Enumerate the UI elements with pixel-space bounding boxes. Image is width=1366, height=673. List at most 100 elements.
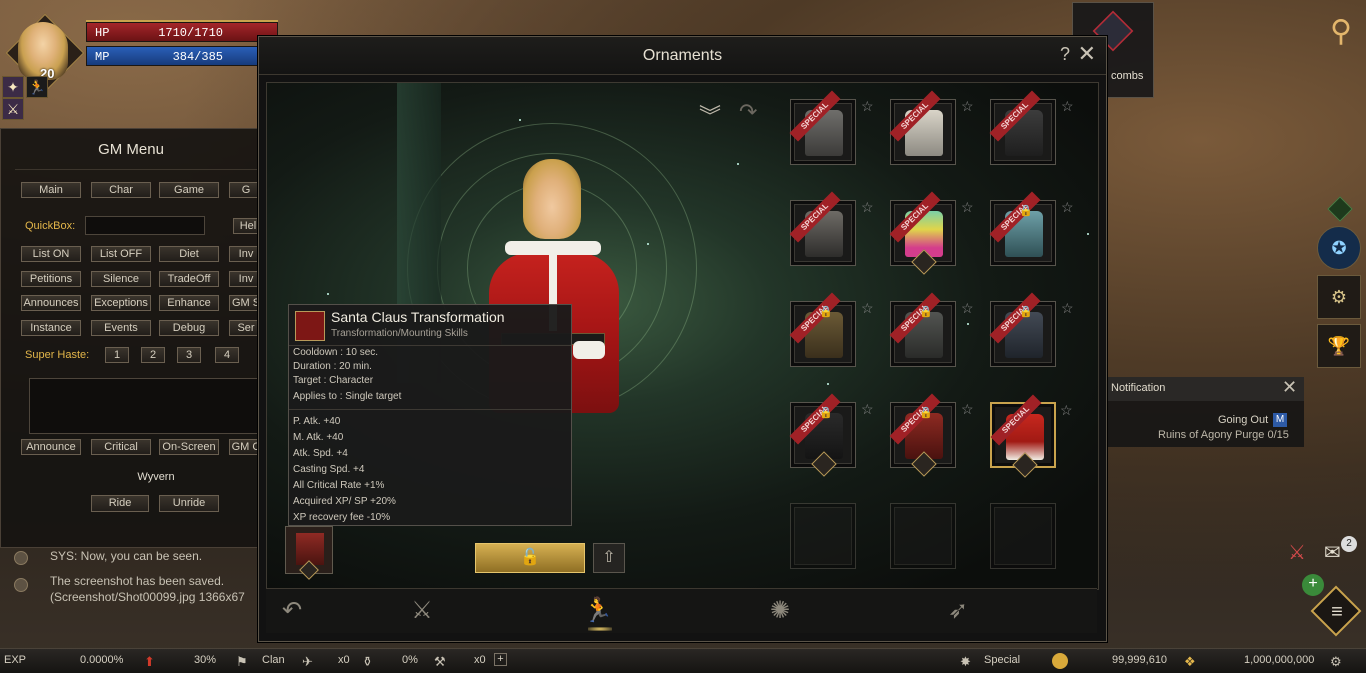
- favorite-star-icon[interactable]: ☆: [1061, 300, 1077, 317]
- ornament-slot[interactable]: SPECIAL 🔒 ☆: [989, 191, 1074, 266]
- debug-button[interactable]: Debug: [159, 320, 219, 336]
- ride-button[interactable]: Ride: [91, 495, 149, 512]
- gm-tab-game[interactable]: Game: [159, 182, 219, 198]
- map-pin-icon[interactable]: ⚲: [1326, 12, 1356, 52]
- quest-progress: Ruins of Agony Purge 0/15: [1158, 429, 1289, 441]
- favorite-star-icon[interactable]: ☆: [861, 98, 877, 115]
- horn-icon[interactable]: ➶: [938, 593, 978, 629]
- unlock-button[interactable]: 🔓: [475, 543, 585, 573]
- ornament-slot-selected[interactable]: SPECIAL ☆: [990, 394, 1073, 478]
- trophy-icon[interactable]: 🏆: [1317, 324, 1361, 368]
- ornament-slot[interactable]: SPECIAL 🔒 ☆: [889, 292, 974, 367]
- settings-icon[interactable]: ⚙: [1330, 654, 1342, 670]
- selected-item-preview[interactable]: [285, 526, 333, 580]
- ornament-slot[interactable]: SPECIAL 🔒 ☆: [789, 292, 874, 367]
- haste-2-button[interactable]: 2: [141, 347, 165, 363]
- tradeoff-button[interactable]: TradeOff: [159, 271, 219, 287]
- favorite-star-icon[interactable]: ☆: [861, 401, 877, 418]
- chat-line: The screenshot has been saved.: [50, 574, 225, 588]
- lcoin-amount: 1,000,000,000: [1244, 654, 1315, 666]
- debuff-icon[interactable]: ⚔: [2, 98, 24, 120]
- agathion-icon[interactable]: ✺: [760, 593, 800, 629]
- gm-tab-main[interactable]: Main: [21, 182, 81, 198]
- unride-button[interactable]: Unride: [159, 495, 219, 512]
- ornament-slot[interactable]: SPECIAL 🔒 ☆: [789, 393, 874, 477]
- events-button[interactable]: Events: [91, 320, 151, 336]
- weight-percent: 0%: [402, 654, 418, 666]
- notification-title: Notification: [1111, 382, 1166, 394]
- quest-name[interactable]: Going Out: [1218, 414, 1268, 426]
- special-icon[interactable]: ✸: [960, 654, 971, 670]
- buff-icon[interactable]: ✦: [2, 76, 24, 98]
- export-button[interactable]: ⇧: [593, 543, 625, 573]
- close-icon[interactable]: ✕: [1078, 41, 1096, 67]
- silence-button[interactable]: Silence: [91, 271, 151, 287]
- favorite-star-icon[interactable]: ☆: [1061, 98, 1077, 115]
- back-arrow-icon[interactable]: ↶: [272, 593, 312, 629]
- expand-plus-button[interactable]: +: [494, 653, 507, 666]
- tooltip-info-line: Applies to : Single target: [293, 391, 402, 402]
- favorite-star-icon[interactable]: ☆: [961, 300, 977, 317]
- favorite-star-icon[interactable]: ☆: [961, 199, 977, 216]
- clan-icon[interactable]: ⚑: [236, 654, 248, 670]
- favorite-star-icon[interactable]: ☆: [961, 98, 977, 115]
- gm-tab-char[interactable]: Char: [91, 182, 151, 198]
- collapse-icon[interactable]: ︾: [699, 99, 721, 131]
- adena-coin-icon: [1052, 653, 1068, 669]
- chat-speaker-icon[interactable]: [14, 578, 28, 592]
- main-menu-icon[interactable]: ≡: [1322, 597, 1352, 627]
- critical-button[interactable]: Critical: [91, 439, 151, 455]
- petitions-button[interactable]: Petitions: [21, 271, 81, 287]
- redo-icon[interactable]: ↷: [739, 99, 757, 125]
- lock-icon: 🔒: [919, 407, 933, 419]
- tooltip-info-line: Duration : 20 min.: [293, 361, 372, 372]
- bag-icon[interactable]: ⚱: [362, 654, 373, 670]
- announce-button[interactable]: Announce: [21, 439, 81, 455]
- clan-label[interactable]: Clan: [262, 654, 285, 666]
- sword-icon[interactable]: ⚔: [402, 593, 442, 629]
- ornament-slot[interactable]: SPECIAL ☆: [789, 90, 874, 165]
- favorite-star-icon[interactable]: ☆: [861, 199, 877, 216]
- transform-icon[interactable]: 🏃: [578, 593, 618, 629]
- quickbox-label: QuickBox:: [25, 220, 76, 232]
- announce-textarea[interactable]: [29, 378, 263, 434]
- expand-arrow-icon[interactable]: [1327, 196, 1353, 222]
- chat-speaker-icon[interactable]: [14, 551, 28, 565]
- ornament-slot[interactable]: SPECIAL ☆: [889, 191, 974, 275]
- ornament-slot[interactable]: SPECIAL 🔒 ☆: [989, 292, 1074, 367]
- quickbox-input[interactable]: [85, 216, 205, 235]
- upload-icon: ⇧: [602, 549, 616, 566]
- running-icon[interactable]: 🏃: [26, 76, 48, 98]
- list-off-button[interactable]: List OFF: [91, 246, 151, 262]
- ornament-slot[interactable]: SPECIAL 🔒 ☆: [889, 393, 974, 477]
- haste-3-button[interactable]: 3: [177, 347, 201, 363]
- announces-button[interactable]: Announces: [21, 295, 81, 311]
- favorite-star-icon[interactable]: ☆: [1060, 402, 1076, 419]
- ornament-slot[interactable]: SPECIAL ☆: [789, 191, 874, 266]
- list-on-button[interactable]: List ON: [21, 246, 81, 262]
- pvp-icon[interactable]: ⚔: [1288, 540, 1314, 566]
- ornament-slot[interactable]: SPECIAL ☆: [989, 90, 1074, 165]
- clan-emblem-icon[interactable]: ⚙: [1317, 275, 1361, 319]
- favorite-star-icon[interactable]: ☆: [961, 401, 977, 418]
- close-icon[interactable]: ✕: [1282, 377, 1297, 398]
- collar-fur: [505, 241, 601, 255]
- exceptions-button[interactable]: Exceptions: [91, 295, 151, 311]
- on-screen-button[interactable]: On-Screen: [159, 439, 219, 455]
- help-icon[interactable]: ?: [1060, 44, 1070, 65]
- enhance-button[interactable]: Enhance: [159, 295, 219, 311]
- favorite-star-icon[interactable]: ☆: [1061, 199, 1077, 216]
- haste-4-button[interactable]: 4: [215, 347, 239, 363]
- diet-button[interactable]: Diet: [159, 246, 219, 262]
- craft-count: x0: [474, 654, 486, 666]
- special-label[interactable]: Special: [984, 654, 1020, 666]
- compass-icon[interactable]: ✪: [1317, 226, 1361, 270]
- anvil-icon[interactable]: ⚒: [434, 654, 446, 670]
- instance-button[interactable]: Instance: [21, 320, 81, 336]
- super-haste-label: Super Haste:: [25, 349, 90, 361]
- mount-icon[interactable]: ✈: [302, 654, 313, 670]
- add-shortcut-icon[interactable]: +: [1302, 574, 1324, 596]
- haste-1-button[interactable]: 1: [105, 347, 129, 363]
- ornament-slot[interactable]: SPECIAL ☆: [889, 90, 974, 165]
- favorite-star-icon[interactable]: ☆: [861, 300, 877, 317]
